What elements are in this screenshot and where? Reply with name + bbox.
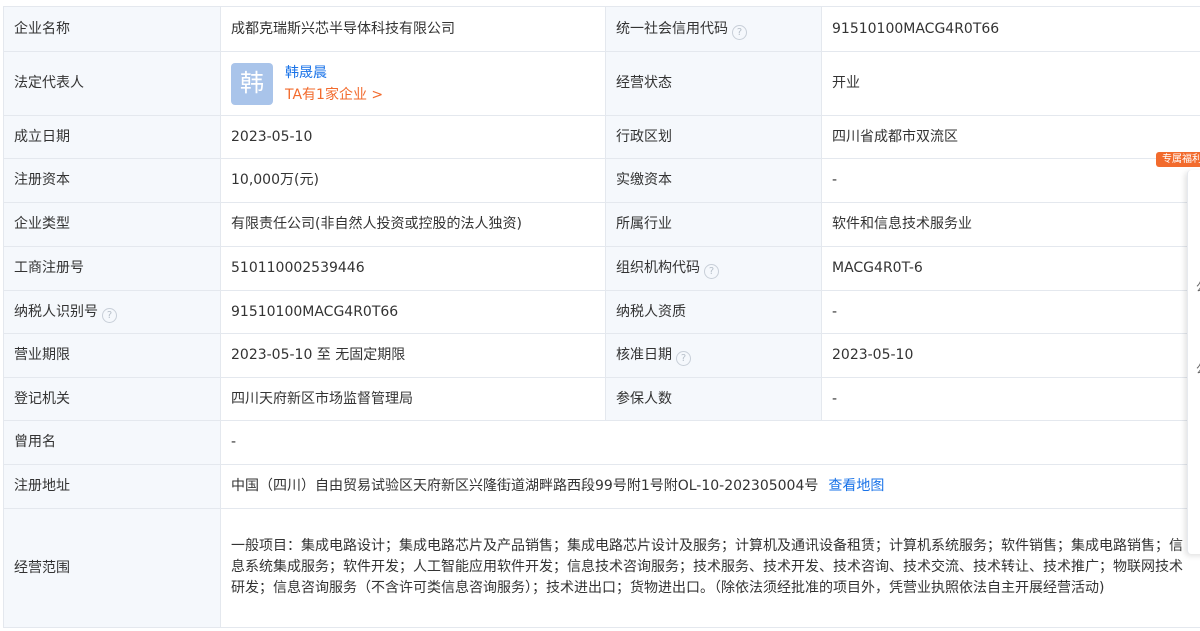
value-company-type: 有限责任公司(非自然人投资或控股的法人独资) (220, 202, 606, 247)
table-row: 经营范围 一般项目：集成电路设计；集成电路芯片及产品销售；集成电路芯片设计及服务… (3, 508, 1200, 628)
label-business-term: 营业期限 (3, 333, 221, 378)
label-insured-count: 参保人数 (605, 377, 822, 421)
side-panel-text: 公 (1196, 278, 1200, 295)
side-panel-text: 公 (1196, 360, 1200, 377)
legal-rep-companies-link[interactable]: TA有1家企业 > (285, 84, 383, 106)
value-founded-date: 2023-05-10 (220, 115, 606, 159)
value-registered-address: 中国（四川）自由贸易试验区天府新区兴隆街道湖畔路西段99号附1号附OL-10-2… (231, 478, 819, 494)
table-row: 工商注册号 510110002539446 组织机构代码? MACG4R0T-6 (3, 246, 1200, 291)
table-row: 纳税人识别号? 91510100MACG4R0T66 纳税人资质 - (3, 290, 1200, 334)
value-admin-region: 四川省成都市双流区 (821, 115, 1200, 159)
value-registration-authority: 四川天府新区市场监督管理局 (220, 377, 606, 421)
value-org-code: MACG4R0T-6 (821, 246, 1200, 291)
label-company-type: 企业类型 (3, 202, 221, 247)
value-insured-count: - (821, 377, 1200, 421)
value-taxpayer-id: 91510100MACG4R0T66 (220, 290, 606, 334)
table-row: 曾用名 - (3, 420, 1200, 465)
value-registered-address-cell: 中国（四川）自由贸易试验区天府新区兴隆街道湖畔路西段99号附1号附OL-10-2… (220, 464, 1200, 509)
label-text: 核准日期 (616, 347, 672, 363)
help-icon[interactable]: ? (732, 24, 747, 40)
exclusive-benefit-tag[interactable]: 专属福利 (1156, 152, 1200, 167)
value-business-status: 开业 (821, 51, 1200, 116)
label-approval-date: 核准日期? (605, 333, 822, 378)
value-taxpayer-qualification: - (821, 290, 1200, 334)
label-registration-authority: 登记机关 (3, 377, 221, 421)
label-industry: 所属行业 (605, 202, 822, 247)
label-paid-in-capital: 实缴资本 (605, 158, 822, 203)
value-registered-capital: 10,000万(元) (220, 158, 606, 203)
table-row: 成立日期 2023-05-10 行政区划 四川省成都市双流区 (3, 115, 1200, 159)
help-icon[interactable]: ? (102, 307, 117, 323)
label-business-status: 经营状态 (605, 51, 822, 116)
company-info-table: 企业名称 成都克瑞斯兴芯半导体科技有限公司 统一社会信用代码? 91510100… (3, 6, 1200, 628)
table-row: 注册地址 中国（四川）自由贸易试验区天府新区兴隆街道湖畔路西段99号附1号附OL… (3, 464, 1200, 509)
label-taxpayer-qualification: 纳税人资质 (605, 290, 822, 334)
avatar: 韩 (231, 62, 273, 105)
value-reg-number: 510110002539446 (220, 246, 606, 291)
view-map-link[interactable]: 查看地图 (828, 478, 884, 494)
label-text: 纳税人识别号 (14, 303, 98, 320)
label-org-code: 组织机构代码? (605, 246, 822, 291)
label-legal-rep: 法定代表人 (3, 51, 221, 116)
label-company-name: 企业名称 (3, 6, 221, 52)
value-business-term: 2023-05-10 至 无固定期限 (220, 333, 606, 378)
value-company-name: 成都克瑞斯兴芯半导体科技有限公司 (220, 6, 606, 52)
label-business-scope: 经营范围 (3, 508, 221, 628)
value-paid-in-capital: - (821, 158, 1200, 203)
label-registered-address: 注册地址 (3, 464, 221, 509)
value-legal-rep: 韩 韩晟晨 TA有1家企业 > (220, 51, 606, 116)
label-taxpayer-id: 纳税人识别号? (3, 290, 221, 334)
value-industry: 软件和信息技术服务业 (821, 202, 1200, 247)
table-row: 法定代表人 韩 韩晟晨 TA有1家企业 > 经营状态 开业 (3, 51, 1200, 116)
value-former-name: - (220, 420, 1200, 465)
legal-rep-info: 韩晟晨 TA有1家企业 > (285, 62, 383, 106)
table-row: 企业名称 成都克瑞斯兴芯半导体科技有限公司 统一社会信用代码? 91510100… (3, 6, 1200, 52)
label-credit-code: 统一社会信用代码? (605, 6, 822, 52)
label-text: 组织机构代码 (616, 260, 700, 276)
label-reg-number: 工商注册号 (3, 246, 221, 291)
value-business-scope: 一般项目：集成电路设计；集成电路芯片及产品销售；集成电路芯片设计及服务；计算机及… (220, 508, 1200, 628)
value-approval-date: 2023-05-10 (821, 333, 1200, 378)
table-row: 注册资本 10,000万(元) 实缴资本 - (3, 158, 1200, 203)
table-row: 登记机关 四川天府新区市场监督管理局 参保人数 - (3, 377, 1200, 421)
label-registered-capital: 注册资本 (3, 158, 221, 203)
legal-rep-card: 韩 韩晟晨 TA有1家企业 > (231, 62, 595, 106)
table-row: 企业类型 有限责任公司(非自然人投资或控股的法人独资) 所属行业 软件和信息技术… (3, 202, 1200, 247)
side-floating-panel[interactable]: 公 公 (1187, 170, 1200, 554)
legal-rep-name-link[interactable]: 韩晟晨 (285, 62, 383, 84)
help-icon[interactable]: ? (704, 264, 719, 279)
label-former-name: 曾用名 (3, 420, 221, 465)
value-credit-code: 91510100MACG4R0T66 (821, 6, 1200, 52)
help-icon[interactable]: ? (676, 351, 691, 366)
table-row: 营业期限 2023-05-10 至 无固定期限 核准日期? 2023-05-10 (3, 333, 1200, 378)
label-text: 统一社会信用代码 (616, 20, 728, 37)
label-founded-date: 成立日期 (3, 115, 221, 159)
label-admin-region: 行政区划 (605, 115, 822, 159)
